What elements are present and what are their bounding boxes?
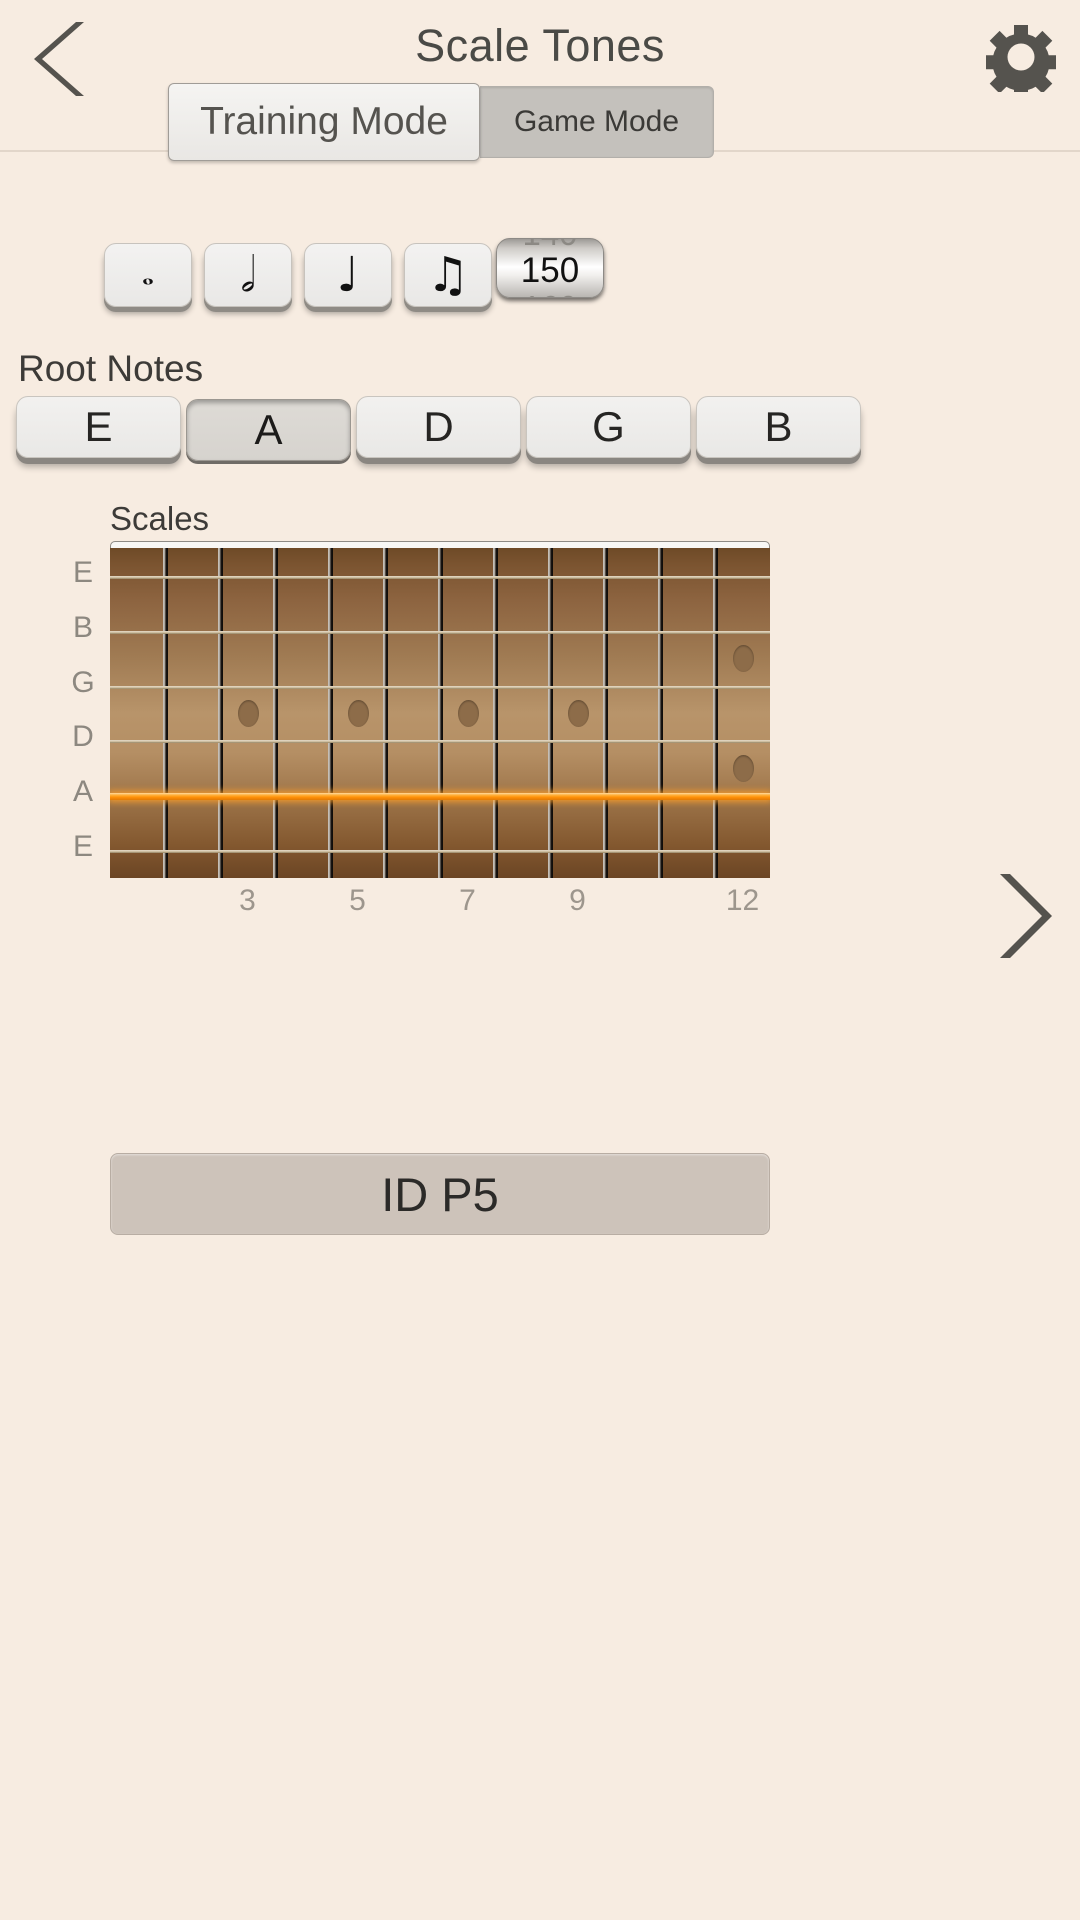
tempo-stepper[interactable]: 140 150 160 xyxy=(496,238,604,298)
eighth-note-button[interactable]: ♫ xyxy=(404,243,492,307)
tempo-current-value: 150 xyxy=(520,251,580,290)
tab-training-mode[interactable]: Training Mode xyxy=(168,83,480,161)
app-root: Scale Tones Training Mode Game Mode 𝅝 𝅗𝅥 … xyxy=(0,0,1080,1920)
quarter-note-icon: ♩ xyxy=(336,247,360,303)
fret-number: 7 xyxy=(459,884,476,917)
fretboard-diagram[interactable] xyxy=(110,548,770,878)
whole-note-button[interactable]: 𝅝 xyxy=(104,243,192,307)
tempo-list: 140 150 160 xyxy=(497,239,603,298)
root-notes-label: Root Notes xyxy=(18,348,204,389)
fret-wire xyxy=(273,548,278,878)
string-line xyxy=(110,576,770,579)
next-button[interactable] xyxy=(984,866,1058,966)
string-line-highlighted xyxy=(110,793,770,801)
settings-button[interactable] xyxy=(983,22,1059,100)
string-label: E xyxy=(72,830,93,863)
chevron-right-icon xyxy=(1000,874,1052,958)
fret-inlay-dot xyxy=(732,754,754,782)
string-line xyxy=(110,850,770,853)
string-label: G xyxy=(71,665,95,699)
root-note-a[interactable]: A xyxy=(186,399,351,461)
whole-note-icon: 𝅝 xyxy=(142,257,154,292)
fret-number: 5 xyxy=(349,884,366,917)
string-label: B xyxy=(72,610,93,644)
fret-wire xyxy=(218,548,223,878)
scales-label: Scales xyxy=(110,500,210,537)
fret-wire xyxy=(328,548,333,878)
fret-number: 12 xyxy=(725,884,760,917)
fret-inlay-dot xyxy=(567,700,589,727)
fret-wire xyxy=(713,548,718,878)
fret-wire xyxy=(438,548,443,878)
string-line xyxy=(110,685,770,689)
string-label: D xyxy=(72,720,94,754)
page-title: Scale Tones xyxy=(415,20,665,71)
tab-game-mode[interactable]: Game Mode xyxy=(480,86,714,158)
fret-number: 3 xyxy=(239,884,256,917)
tempo-previous-value[interactable]: 140 xyxy=(497,239,603,251)
root-notes-group: E A D G B xyxy=(16,396,861,461)
fret-wire xyxy=(603,548,608,878)
eighth-note-pair-icon: ♫ xyxy=(426,247,470,303)
quarter-note-button[interactable]: ♩ xyxy=(304,243,392,307)
gear-icon xyxy=(983,25,1059,100)
tempo-next-value[interactable]: 160 xyxy=(497,291,603,298)
half-note-button[interactable]: 𝅗𝅥 xyxy=(204,243,292,307)
string-line xyxy=(110,740,770,744)
mode-toggle: Training Mode Game Mode xyxy=(168,83,714,161)
root-note-d[interactable]: D xyxy=(356,396,521,458)
fret-wire xyxy=(493,548,498,878)
fret-wire xyxy=(383,548,388,878)
root-note-b[interactable]: B xyxy=(696,396,861,458)
string-line xyxy=(110,630,770,634)
root-note-g[interactable]: G xyxy=(526,396,691,458)
fret-inlay-dot xyxy=(237,700,259,727)
fret-wire xyxy=(163,548,168,878)
fret-wire xyxy=(548,548,553,878)
answer-button[interactable]: ID P5 xyxy=(110,1153,770,1235)
fret-inlay-dot xyxy=(732,645,754,673)
string-label: E xyxy=(72,556,93,589)
fret-inlay-dot xyxy=(457,700,479,727)
root-note-e-low[interactable]: E xyxy=(16,396,181,458)
fret-inlay-dot xyxy=(347,700,369,727)
fret-number: 9 xyxy=(569,884,586,917)
fret-wire xyxy=(658,548,663,878)
string-label: A xyxy=(72,775,93,809)
note-duration-group: 𝅝 𝅗𝅥 ♩ ♫ xyxy=(104,243,492,307)
half-note-icon: 𝅗𝅥 xyxy=(240,247,256,303)
